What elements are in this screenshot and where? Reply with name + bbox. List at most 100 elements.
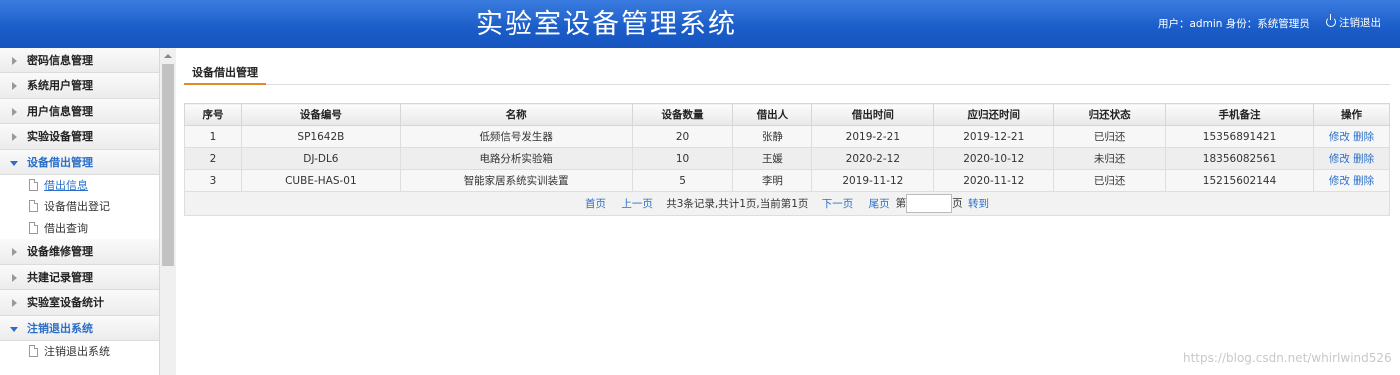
sidebar-item-repair[interactable]: 设备维修管理	[0, 239, 159, 265]
document-icon	[29, 200, 38, 213]
delete-link[interactable]: 删除	[1353, 131, 1374, 143]
scroll-up-icon[interactable]	[164, 54, 172, 58]
chevron-down-icon	[10, 160, 18, 166]
pager-row: 首页 上一页 共3条记录,共计1页,当前第1页 下一页 尾页第 页 转到	[184, 191, 1390, 216]
page-number-input[interactable]	[906, 194, 953, 213]
table-cell: 18356082561	[1165, 147, 1315, 170]
lending-table: 序号 设备编号 名称 设备数量 借出人 借出时间 应归还时间 归还状态 手机备注…	[184, 103, 1390, 216]
header-bar: 实验室设备管理系统 用户：admin 身份：系统管理员 注销退出	[0, 0, 1400, 48]
table-cell: 电路分析实验箱	[399, 147, 633, 170]
col-header: 设备编号	[240, 103, 401, 126]
col-header: 应归还时间	[933, 103, 1055, 126]
sidebar-item-lending[interactable]: 设备借出管理	[0, 149, 159, 175]
sidebar-subitem-lending-register[interactable]: 设备借出登记	[0, 196, 159, 218]
col-header: 手机备注	[1165, 103, 1315, 126]
table-cell: CUBE-HAS-01	[240, 169, 401, 192]
delete-link[interactable]: 删除	[1353, 175, 1374, 187]
col-header: 名称	[399, 103, 633, 126]
page-prefix: 第	[895, 197, 907, 210]
pager: 首页 上一页 共3条记录,共计1页,当前第1页 下一页 尾页第 页 转到	[184, 191, 1390, 216]
edit-link[interactable]: 修改	[1329, 131, 1350, 143]
table-cell: 15215602144	[1165, 169, 1315, 192]
table-cell: 2020-10-12	[933, 147, 1055, 170]
page-suffix: 页	[952, 197, 963, 210]
table-cell: 5	[631, 169, 734, 192]
table-cell: DJ-DL6	[240, 147, 401, 170]
power-icon	[1326, 14, 1336, 27]
table-cell: 2	[184, 147, 242, 170]
prev-page-link[interactable]: 上一页	[621, 198, 653, 210]
table-cell: 3	[184, 169, 242, 192]
sidebar-subitem-logout[interactable]: 注销退出系统	[0, 341, 159, 363]
table-cell: 低频信号发生器	[399, 125, 633, 148]
edit-link[interactable]: 修改	[1329, 153, 1350, 165]
logout-button[interactable]: 注销退出	[1326, 14, 1381, 30]
table-header-row: 序号 设备编号 名称 设备数量 借出人 借出时间 应归还时间 归还状态 手机备注…	[184, 103, 1390, 126]
chevron-right-icon	[12, 273, 17, 282]
action-cell: 修改 删除	[1313, 125, 1390, 148]
sidebar-item-statistics[interactable]: 实验室设备统计	[0, 290, 159, 316]
table-cell: 15356891421	[1165, 125, 1315, 148]
pager-info: 共3条记录,共计1页,当前第1页	[666, 197, 809, 210]
action-cell: 修改 删除	[1313, 147, 1390, 170]
table-cell: 1	[184, 125, 242, 148]
table-cell: 李明	[732, 169, 813, 192]
sidebar-subitem-lending-info[interactable]: 借出信息	[0, 174, 159, 197]
table-cell: 未归还	[1053, 147, 1167, 170]
tab-lending-management[interactable]: 设备借出管理	[184, 58, 266, 85]
document-icon	[29, 178, 38, 191]
table-cell: 智能家居系统实训装置	[399, 169, 633, 192]
col-header: 操作	[1313, 103, 1390, 126]
last-page-link[interactable]: 尾页	[869, 198, 890, 210]
edit-link[interactable]: 修改	[1329, 175, 1350, 187]
table-cell: 10	[631, 147, 734, 170]
delete-link[interactable]: 删除	[1353, 153, 1374, 165]
chevron-right-icon	[12, 248, 17, 257]
document-icon	[29, 345, 38, 358]
table-cell: 2020-11-12	[933, 169, 1055, 192]
chevron-right-icon	[12, 57, 17, 65]
table-cell: 张静	[732, 125, 813, 148]
sidebar-item-system-users[interactable]: 系统用户管理	[0, 73, 159, 99]
chevron-down-icon	[10, 326, 18, 332]
chevron-right-icon	[12, 299, 17, 308]
table-cell: 2020-2-12	[811, 147, 935, 170]
next-page-link[interactable]: 下一页	[822, 198, 854, 210]
tab-bar: 设备借出管理	[184, 58, 1390, 85]
scrollbar-thumb[interactable]	[162, 64, 174, 266]
sidebar-item-password[interactable]: 密码信息管理	[0, 48, 159, 74]
table-cell: SP1642B	[240, 125, 401, 148]
app-title: 实验室设备管理系统	[476, 9, 737, 40]
table-cell: 2019-12-21	[933, 125, 1055, 148]
sidebar: 密码信息管理 系统用户管理 用户信息管理 实验设备管理 设备借出管理 借出信息 …	[0, 48, 160, 375]
document-icon	[29, 221, 38, 234]
table-row: 1 SP1642B 低频信号发生器 20 张静 2019-2-21 2019-1…	[184, 125, 1390, 148]
sidebar-item-records[interactable]: 共建记录管理	[0, 264, 159, 291]
table-cell: 王媛	[732, 147, 813, 170]
sidebar-scrollbar[interactable]	[160, 48, 176, 375]
watermark: https://blog.csdn.net/whirlwind526	[1183, 351, 1392, 365]
col-header: 归还状态	[1053, 103, 1167, 126]
chevron-right-icon	[12, 133, 17, 142]
table-cell: 已归还	[1053, 125, 1167, 148]
col-header: 借出时间	[811, 103, 935, 126]
table-cell: 20	[631, 125, 734, 148]
sidebar-item-user-info[interactable]: 用户信息管理	[0, 98, 159, 125]
table-cell: 2019-11-12	[811, 169, 935, 192]
user-info: 用户：admin 身份：系统管理员	[1158, 18, 1310, 30]
action-cell: 修改 删除	[1313, 169, 1390, 192]
table-cell: 已归还	[1053, 169, 1167, 192]
chevron-right-icon	[12, 107, 17, 116]
first-page-link[interactable]: 首页	[585, 198, 606, 210]
sidebar-item-logout[interactable]: 注销退出系统	[0, 315, 159, 342]
goto-page-link[interactable]: 转到	[968, 198, 989, 210]
table-cell: 2019-2-21	[811, 125, 935, 148]
table-row: 3 CUBE-HAS-01 智能家居系统实训装置 5 李明 2019-11-12…	[184, 169, 1390, 192]
logout-label: 注销退出	[1339, 17, 1381, 29]
chevron-right-icon	[12, 82, 17, 91]
sidebar-item-equipment[interactable]: 实验设备管理	[0, 124, 159, 150]
sidebar-subitem-lending-query[interactable]: 借出查询	[0, 217, 159, 240]
col-header: 设备数量	[631, 103, 734, 126]
col-header: 借出人	[732, 103, 813, 126]
col-header: 序号	[184, 103, 242, 126]
